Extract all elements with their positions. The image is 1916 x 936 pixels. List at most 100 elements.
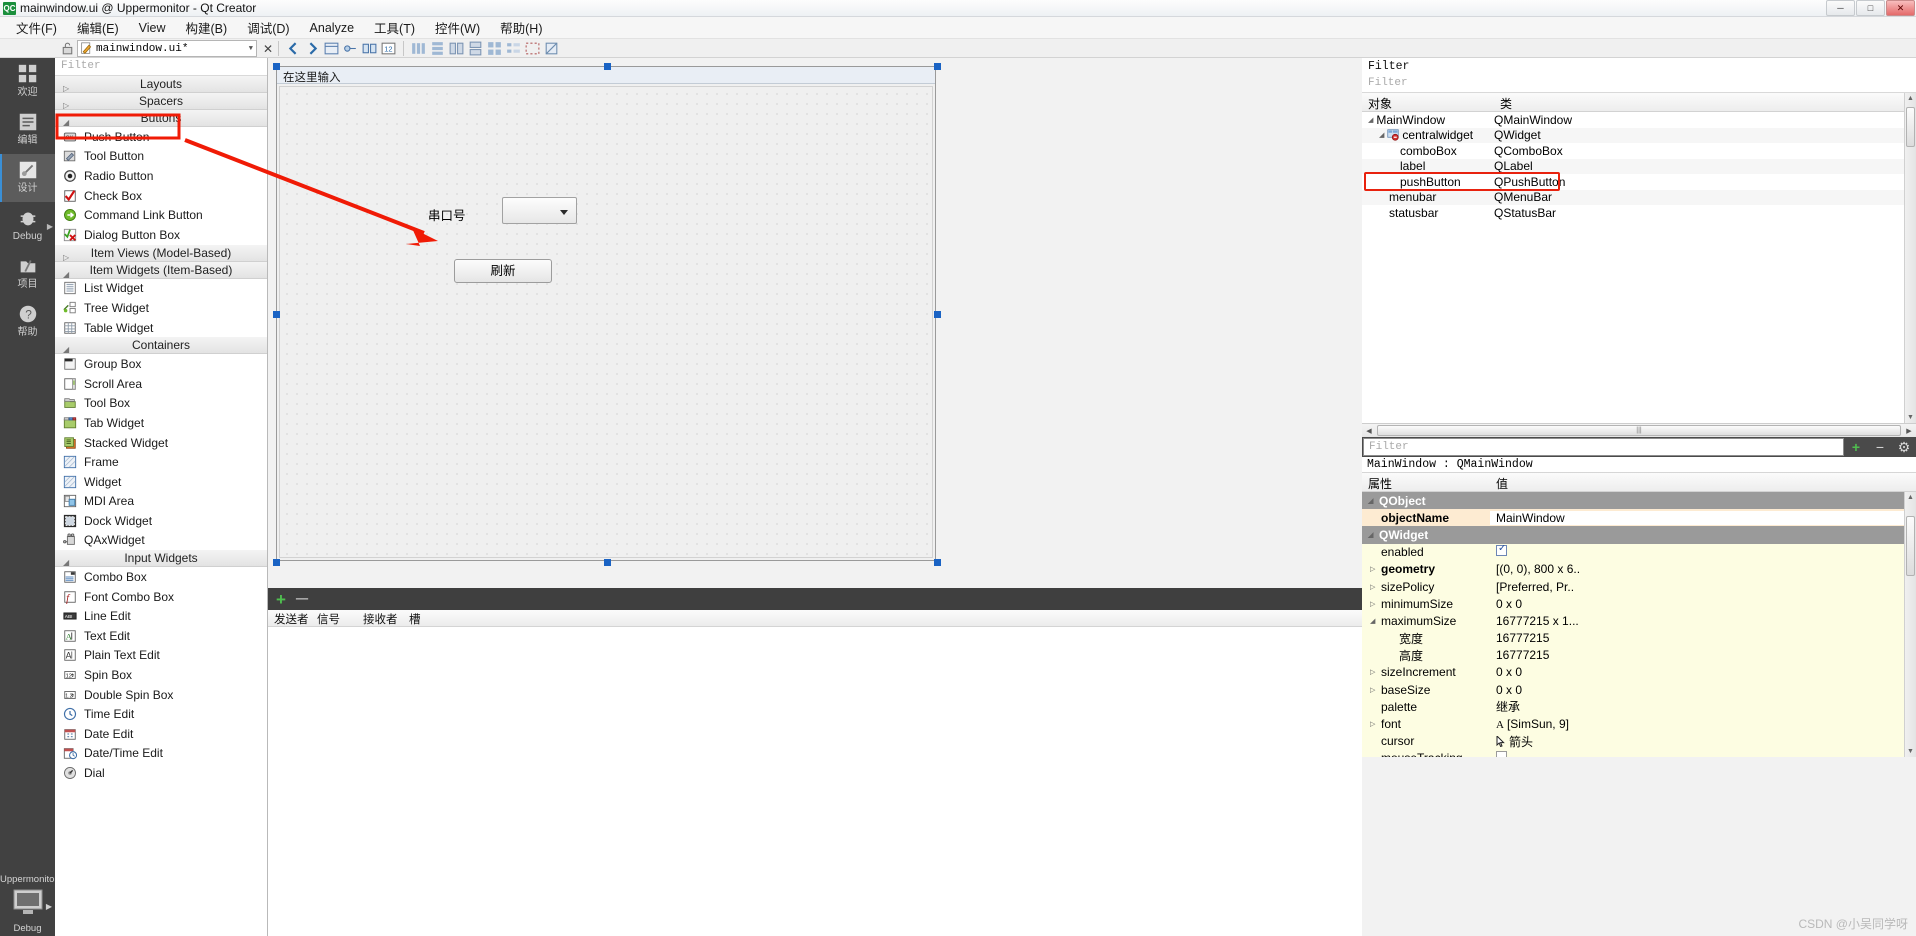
widget-item-table-widget[interactable]: Table Widget bbox=[55, 318, 267, 338]
property-value-cell[interactable]: A [SimSun, 9] bbox=[1490, 717, 1916, 731]
column-slot[interactable]: 槽 bbox=[403, 610, 443, 626]
chevron-down-icon[interactable]: ◢ bbox=[1368, 497, 1375, 505]
widget-item-double-spin-box[interactable]: 1.2 Double Spin Box bbox=[55, 685, 267, 705]
chevron-down-icon[interactable]: ◢ bbox=[1379, 131, 1384, 139]
menu-build[interactable]: 构建(B) bbox=[176, 16, 238, 39]
widget-item-font-combo-box[interactable]: f Font Combo Box bbox=[55, 587, 267, 607]
property-vscrollbar[interactable]: ▲ ▼ bbox=[1904, 492, 1916, 757]
widget-box-filter[interactable]: Filter bbox=[55, 58, 267, 76]
signal-slot-body[interactable] bbox=[268, 627, 1362, 936]
form-canvas[interactable]: 在这里输入 串口号 刷新 bbox=[268, 58, 1362, 588]
go-back-icon[interactable] bbox=[285, 40, 302, 57]
widget-item-dial[interactable]: Dial bbox=[55, 763, 267, 783]
chevron-down-icon[interactable]: ◢ bbox=[63, 266, 69, 283]
header-object[interactable]: 对象 bbox=[1362, 93, 1494, 111]
widget-item-group-box[interactable]: Group Box bbox=[55, 354, 267, 374]
form-preview[interactable]: 在这里输入 串口号 刷新 bbox=[273, 63, 941, 566]
edit-buddies-icon[interactable] bbox=[361, 40, 378, 57]
resize-handle-sw[interactable] bbox=[273, 559, 280, 566]
add-dynamic-property-button[interactable]: + bbox=[1844, 439, 1868, 455]
chevron-down-icon[interactable]: ◢ bbox=[1368, 116, 1373, 124]
object-tree-row[interactable]: menubar QMenuBar bbox=[1362, 189, 1916, 205]
property-row[interactable]: objectName MainWindow bbox=[1362, 509, 1916, 527]
mode-edit[interactable]: 编辑 bbox=[0, 106, 55, 154]
widget-item-tab-widget[interactable]: Tab Widget bbox=[55, 413, 267, 433]
chevron-down-icon[interactable]: ◢ bbox=[1368, 531, 1375, 539]
go-forward-icon[interactable] bbox=[304, 40, 321, 57]
menu-debug[interactable]: 调试(D) bbox=[237, 16, 299, 39]
widget-item-push-button[interactable]: OK Push Button bbox=[55, 127, 267, 147]
widget-item-widget[interactable]: Widget bbox=[55, 472, 267, 492]
chevron-right-icon[interactable]: ▷ bbox=[1370, 668, 1377, 676]
open-file-combo[interactable]: mainwindow.ui* ▼ bbox=[77, 40, 257, 57]
property-value-cell[interactable]: [(0, 0), 800 x 6.. bbox=[1490, 562, 1916, 576]
chevron-right-icon[interactable]: ▷ bbox=[1370, 720, 1377, 728]
widget-category-item-widgets-item-based[interactable]: ◢ Item Widgets (Item-Based) bbox=[55, 261, 267, 279]
resize-handle-nw[interactable] bbox=[273, 63, 280, 70]
widget-category-containers[interactable]: ◢ Containers bbox=[55, 337, 267, 355]
property-row[interactable]: ◢ maximumSize 16777215 x 1... bbox=[1362, 612, 1916, 630]
property-row[interactable]: ▷ font A [SimSun, 9] bbox=[1362, 715, 1916, 733]
menu-tools[interactable]: 工具(T) bbox=[364, 16, 425, 39]
object-tree-vscrollbar[interactable]: ▲ ▼ bbox=[1904, 93, 1916, 423]
maximize-button[interactable]: □ bbox=[1856, 0, 1885, 16]
property-value-cell[interactable]: 0 x 0 bbox=[1490, 597, 1916, 611]
menu-view[interactable]: View bbox=[129, 19, 176, 37]
layout-form-icon[interactable] bbox=[505, 40, 522, 57]
property-row[interactable]: ▷ sizePolicy [Preferred, Pr.. bbox=[1362, 577, 1916, 596]
column-sender[interactable]: 发送者 bbox=[268, 610, 311, 626]
menu-analyze[interactable]: Analyze bbox=[300, 19, 364, 37]
object-tree-rows[interactable]: ◢ MainWindow QMainWindow ◢ centralwidget QWid… bbox=[1362, 112, 1916, 221]
header-value[interactable]: 值 bbox=[1490, 473, 1916, 491]
checkbox-icon[interactable] bbox=[1496, 545, 1507, 557]
property-row[interactable]: ▷ geometry [(0, 0), 800 x 6.. bbox=[1362, 560, 1916, 578]
object-inspector-tree[interactable]: 对象 类 ◢ MainWindow QMainWindow ◢ centralwidge… bbox=[1362, 93, 1916, 423]
chevron-right-icon[interactable]: ▶ bbox=[47, 222, 53, 231]
scroll-up-icon[interactable]: ▲ bbox=[1907, 95, 1914, 102]
property-value-cell[interactable]: 16777215 x 1... bbox=[1490, 614, 1916, 628]
edit-signals-slots-icon[interactable] bbox=[342, 40, 359, 57]
object-tree-row[interactable]: ◢ centralwidget QWidget bbox=[1362, 127, 1916, 143]
kit-chevron-icon[interactable]: ▶ bbox=[46, 902, 52, 911]
widget-item-tree-widget[interactable]: Tree Widget bbox=[55, 298, 267, 318]
widget-item-dock-widget[interactable]: Dock Widget bbox=[55, 511, 267, 531]
widget-item-check-box[interactable]: Check Box bbox=[55, 186, 267, 206]
scroll-down-icon[interactable]: ▼ bbox=[1907, 748, 1914, 755]
widget-item-spin-box[interactable]: 12 Spin Box bbox=[55, 665, 267, 685]
layout-splitter-v-icon[interactable] bbox=[467, 40, 484, 57]
close-button[interactable]: ✕ bbox=[1886, 0, 1915, 16]
property-row[interactable]: palette 继承 bbox=[1362, 698, 1916, 716]
property-row[interactable]: ▷ baseSize 0 x 0 bbox=[1362, 681, 1916, 699]
property-row[interactable]: cursor 箭头 bbox=[1362, 732, 1916, 750]
chevron-down-icon[interactable]: ◢ bbox=[63, 341, 69, 358]
object-tree-row[interactable]: ◢ MainWindow QMainWindow bbox=[1362, 112, 1916, 128]
widget-item-combo-box[interactable]: Combo Box bbox=[55, 567, 267, 587]
object-tree-row[interactable]: statusbar QStatusBar bbox=[1362, 205, 1916, 221]
widget-category-buttons[interactable]: ◢ Buttons bbox=[55, 110, 267, 127]
resize-handle-w[interactable] bbox=[273, 311, 280, 318]
widget-item-stacked-widget[interactable]: Stacked Widget bbox=[55, 433, 267, 453]
kit-selector[interactable]: Uppermonitor Debug ▶ bbox=[0, 872, 58, 936]
property-value-cell[interactable]: 箭头 bbox=[1490, 733, 1916, 750]
widget-item-date-time-edit[interactable]: Date/Time Edit bbox=[55, 744, 267, 764]
scroll-left-icon[interactable]: ◀ bbox=[1362, 427, 1376, 435]
property-row[interactable]: ▷ sizeIncrement 0 x 0 bbox=[1362, 663, 1916, 682]
property-value-cell[interactable]: 16777215 bbox=[1490, 648, 1916, 662]
chevron-down-icon[interactable]: ◢ bbox=[63, 554, 69, 571]
property-scroll-thumb[interactable] bbox=[1906, 516, 1915, 576]
remove-connection-button[interactable]: ─ bbox=[296, 590, 308, 607]
column-signal[interactable]: 信号 bbox=[311, 610, 357, 626]
combobox-serial-port[interactable] bbox=[502, 197, 577, 224]
header-class[interactable]: 类 bbox=[1494, 93, 1916, 111]
property-value-cell[interactable]: [Preferred, Pr.. bbox=[1490, 580, 1916, 594]
mode-debug[interactable]: Debug ▶ bbox=[0, 202, 55, 250]
adjust-size-icon[interactable] bbox=[543, 40, 560, 57]
resize-handle-se[interactable] bbox=[934, 559, 941, 566]
property-value-cell[interactable]: 16777215 bbox=[1490, 631, 1916, 645]
widget-item-line-edit[interactable]: ABI Line Edit bbox=[55, 606, 267, 626]
widget-item-scroll-area[interactable]: Scroll Area bbox=[55, 374, 267, 394]
widget-item-time-edit[interactable]: Time Edit bbox=[55, 704, 267, 724]
widget-item-list-widget[interactable]: List Widget bbox=[55, 279, 267, 299]
edit-tab-order-icon[interactable]: 12 bbox=[380, 40, 397, 57]
property-row[interactable]: ◢ QObject bbox=[1362, 492, 1916, 510]
